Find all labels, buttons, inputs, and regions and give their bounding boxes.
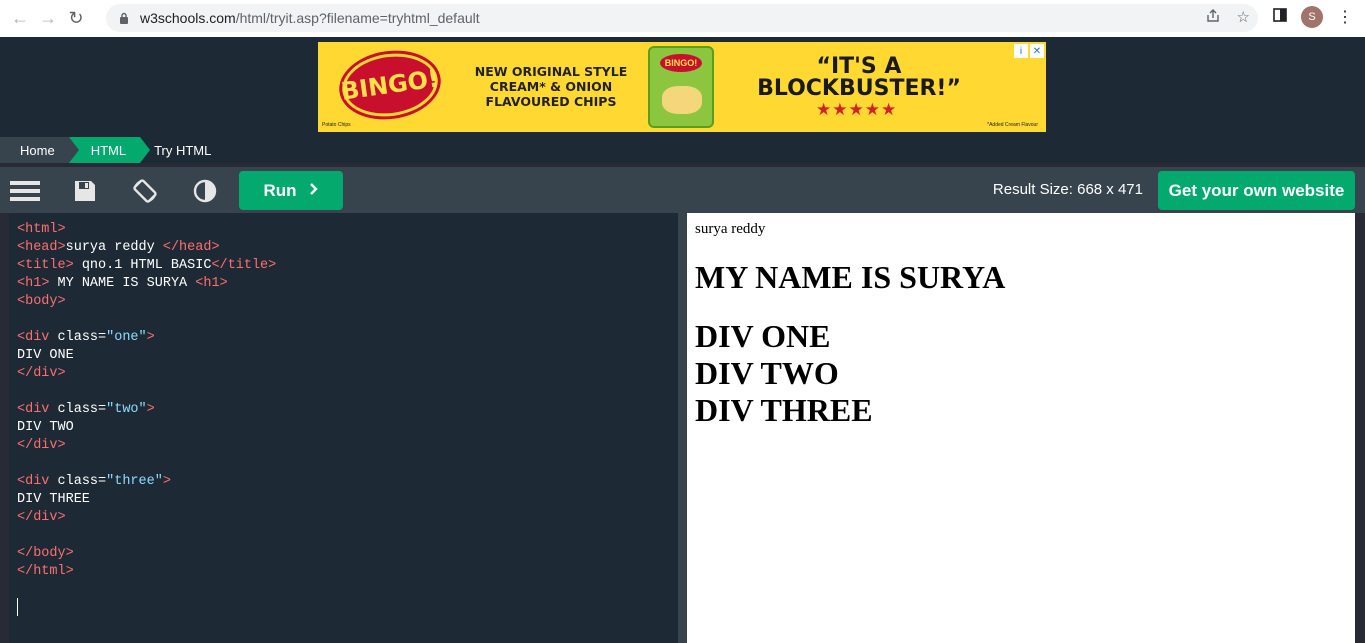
code-line: </html> <box>17 564 74 579</box>
ad-footnote: *Added Cream Flavour <box>987 122 1038 128</box>
breadcrumb-current: Try HTML <box>154 142 212 158</box>
ad-info-icon[interactable]: i <box>1014 44 1028 58</box>
breadcrumb: Home HTML Try HTML <box>0 137 1365 163</box>
get-own-website-button[interactable]: Get your own website <box>1158 171 1355 210</box>
browser-toolbar: ← → ↻ w3schools.com/html/tryit.asp?filen… <box>0 0 1365 37</box>
breadcrumb-home[interactable]: Home <box>0 137 79 163</box>
code-line: </body> <box>17 546 74 561</box>
ad-brand-logo: BINGO! <box>338 47 442 123</box>
code-line: <body> <box>17 294 66 309</box>
lock-icon <box>118 11 130 25</box>
result-head-text: surya reddy <box>695 221 766 237</box>
share-icon[interactable] <box>1205 8 1221 28</box>
ad-product-text: NEW ORIGINAL STYLE CREAM* & ONION FLAVOU… <box>474 64 628 109</box>
run-label: Run <box>263 180 297 200</box>
result-div-one: DIV ONE <box>695 318 831 354</box>
code-line: </div> <box>17 438 66 453</box>
result-pane: surya reddy MY NAME IS SURYA DIV ONE DIV… <box>687 213 1355 643</box>
theme-contrast-icon[interactable] <box>190 176 220 206</box>
code-line: DIV TWO <box>17 420 74 435</box>
ad-headline: “IT'S A BLOCKBUSTER!” <box>757 54 961 101</box>
code-line: <div class="one"> <box>17 330 155 345</box>
forward-icon[interactable]: → <box>34 5 62 33</box>
code-line: <div class="two"> <box>17 402 155 417</box>
code-line: DIV THREE <box>17 492 90 507</box>
profile-avatar[interactable]: S <box>1301 6 1323 28</box>
result-div-three: DIV THREE <box>695 392 873 428</box>
chips-pack-image: BINGO! <box>648 46 714 128</box>
code-line: </div> <box>17 510 66 525</box>
code-line: <html> <box>17 222 66 237</box>
run-button[interactable]: Run <box>239 171 343 210</box>
pane-divider[interactable] <box>678 213 687 643</box>
side-panel-icon[interactable] <box>1273 7 1287 27</box>
address-bar[interactable]: w3schools.com/html/tryit.asp?filename=tr… <box>106 4 1258 32</box>
ad-close-icon[interactable]: ✕ <box>1030 44 1044 58</box>
result-size-label: Result Size: 668 x 471 <box>992 181 1143 198</box>
back-icon[interactable]: ← <box>6 5 34 33</box>
code-line: <div class="three"> <box>17 474 171 489</box>
code-line: DIV ONE <box>17 348 74 363</box>
rotate-layout-icon[interactable] <box>130 176 160 206</box>
ad-star-rating: ★★★★★ <box>816 100 898 119</box>
code-line: </div> <box>17 366 66 381</box>
editor-toolbar: Run Result Size: 668 x 471 Get your own … <box>0 167 1365 213</box>
code-line: <h1> MY NAME IS SURYA <h1> <box>17 276 228 291</box>
text-caret <box>17 598 18 616</box>
chevron-right-icon <box>309 181 319 201</box>
result-div-two: DIV TWO <box>695 355 839 391</box>
ad-area: BINGO! NEW ORIGINAL STYLE CREAM* & ONION… <box>0 37 1365 137</box>
ad-choices[interactable]: i ✕ <box>1014 44 1044 58</box>
code-line: <head>surya reddy </head> <box>17 240 220 255</box>
menu-kebab-icon[interactable]: ⋮ <box>1337 7 1353 27</box>
menu-hamburger-icon[interactable] <box>10 176 40 206</box>
code-line: <title> qno.1 HTML BASIC</title> <box>17 258 277 273</box>
advertisement-banner[interactable]: BINGO! NEW ORIGINAL STYLE CREAM* & ONION… <box>318 42 1046 132</box>
save-icon[interactable] <box>70 176 100 206</box>
url-text: w3schools.com/html/tryit.asp?filename=tr… <box>140 10 480 26</box>
reload-icon[interactable]: ↻ <box>62 5 90 33</box>
ad-pack-label: Potato Chips <box>322 122 351 128</box>
code-editor[interactable]: <html> <head>surya reddy </head> <title> q… <box>9 213 678 643</box>
bookmark-star-icon[interactable]: ☆ <box>1237 8 1250 28</box>
result-heading: MY NAME IS SURYA <box>695 259 1006 295</box>
breadcrumb-html[interactable]: HTML <box>68 137 151 163</box>
